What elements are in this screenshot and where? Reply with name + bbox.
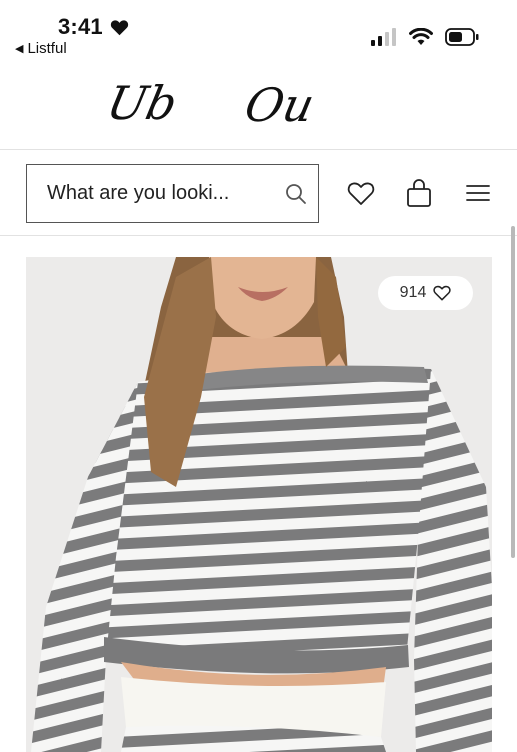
like-heart-icon bbox=[433, 285, 451, 301]
status-time: 3:41 bbox=[58, 14, 103, 39]
brand-logo[interactable]: Ub Ou bbox=[0, 62, 517, 150]
signal-icon bbox=[371, 28, 397, 51]
page-scrollbar[interactable] bbox=[511, 226, 515, 558]
back-arrow-icon: ◀ bbox=[15, 43, 24, 55]
logo-left-mark: Ub bbox=[102, 76, 182, 130]
search-placeholder: What are you looki... bbox=[47, 182, 230, 204]
wishlist-heart-icon[interactable] bbox=[346, 178, 376, 208]
status-bar: 3:41 ◀ Listful bbox=[0, 0, 517, 62]
back-to-app-button[interactable]: ◀ Listful bbox=[15, 40, 67, 57]
heart-icon bbox=[110, 19, 129, 41]
back-app-label: Listful bbox=[27, 40, 67, 57]
search-icon[interactable] bbox=[274, 182, 318, 206]
status-indicators bbox=[371, 27, 479, 51]
like-count-button[interactable]: 914 bbox=[378, 276, 473, 310]
product-image[interactable] bbox=[26, 257, 492, 752]
shopping-bag-icon[interactable] bbox=[404, 178, 434, 208]
battery-icon bbox=[445, 28, 479, 51]
menu-icon[interactable] bbox=[463, 178, 493, 208]
search-input[interactable]: What are you looki... bbox=[26, 164, 319, 223]
product-card[interactable]: 914 bbox=[26, 257, 492, 752]
logo-right-mark: Ou bbox=[240, 78, 320, 132]
header-toolbar: What are you looki... bbox=[0, 150, 517, 236]
wifi-icon bbox=[409, 27, 433, 51]
like-count: 914 bbox=[399, 284, 427, 301]
